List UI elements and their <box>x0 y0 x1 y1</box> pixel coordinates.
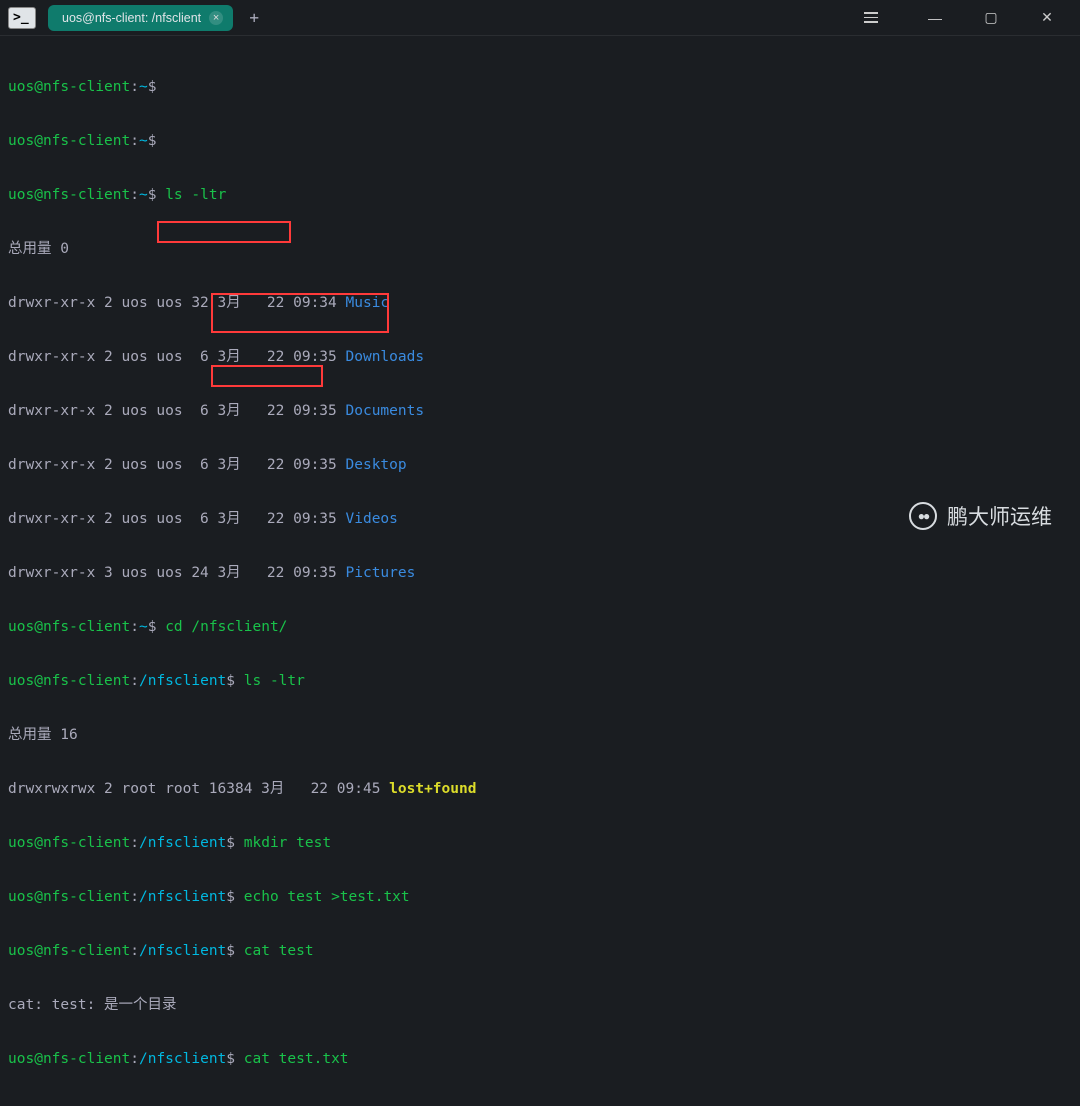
prompt-line: uos@nfs-client:/nfsclient$ ls -ltr <box>8 672 1072 690</box>
prompt-line: uos@nfs-client:/nfsclient$ cat test <box>8 942 1072 960</box>
minimize-button[interactable]: — <box>920 10 950 26</box>
terminal-body[interactable]: uos@nfs-client:~$ uos@nfs-client:~$ uos@… <box>0 36 1080 1106</box>
ls-row: drwxr-xr-x 3 uos uos 24 3月 22 09:35 Pict… <box>8 564 1072 582</box>
ls-row: drwxr-xr-x 2 uos uos 32 3月 22 09:34 Musi… <box>8 294 1072 312</box>
ls-row: drwxrwxrwx 2 root root 16384 3月 22 09:45… <box>8 780 1072 798</box>
wechat-icon: ●● <box>909 502 937 530</box>
ls-row: drwxr-xr-x 2 uos uos 6 3月 22 09:35 Downl… <box>8 348 1072 366</box>
watermark: ●● 鹏大师运维 <box>909 501 1052 531</box>
output-line: test <box>8 1104 1072 1106</box>
prompt-line: uos@nfs-client:/nfsclient$ cat test.txt <box>8 1050 1072 1068</box>
command-text: ls -ltr <box>244 673 305 689</box>
ls-row: drwxr-xr-x 2 uos uos 6 3月 22 09:35 Docum… <box>8 402 1072 420</box>
tab-close-icon[interactable]: × <box>209 11 223 25</box>
prompt-line: uos@nfs-client:~$ ls -ltr <box>8 186 1072 204</box>
command-text: echo test >test.txt <box>244 889 410 905</box>
output-line: 总用量 0 <box>8 240 1072 258</box>
terminal-app-icon: >_ <box>8 7 36 29</box>
window-titlebar: >_ uos@nfs-client: /nfsclient × + — ▢ ✕ <box>0 0 1080 36</box>
terminal-tab[interactable]: uos@nfs-client: /nfsclient × <box>48 5 233 31</box>
prompt-line: uos@nfs-client:~$ <box>8 132 1072 150</box>
prompt-line: uos@nfs-client:/nfsclient$ mkdir test <box>8 834 1072 852</box>
output-line: 总用量 16 <box>8 726 1072 744</box>
highlight-box-cat <box>211 365 323 387</box>
command-text: cd /nfsclient/ <box>165 619 287 635</box>
prompt-line: uos@nfs-client:/nfsclient$ echo test >te… <box>8 888 1072 906</box>
ls-row: drwxr-xr-x 2 uos uos 6 3月 22 09:35 Deskt… <box>8 456 1072 474</box>
hamburger-icon <box>864 12 878 23</box>
command-text: cat test <box>244 943 314 959</box>
window-controls: — ▢ ✕ <box>864 9 1072 26</box>
output-line: cat: test: 是一个目录 <box>8 996 1072 1014</box>
prompt-line: uos@nfs-client:~$ cd /nfsclient/ <box>8 618 1072 636</box>
new-tab-button[interactable]: + <box>241 5 267 31</box>
command-text: cat test.txt <box>244 1051 349 1067</box>
command-text: mkdir test <box>244 835 331 851</box>
close-button[interactable]: ✕ <box>1032 9 1062 26</box>
prompt-line: uos@nfs-client:~$ <box>8 78 1072 96</box>
command-text: ls -ltr <box>165 187 226 203</box>
menu-button[interactable] <box>864 12 894 23</box>
tab-title: uos@nfs-client: /nfsclient <box>62 11 201 25</box>
maximize-button[interactable]: ▢ <box>976 9 1006 26</box>
watermark-text: 鹏大师运维 <box>947 501 1052 531</box>
